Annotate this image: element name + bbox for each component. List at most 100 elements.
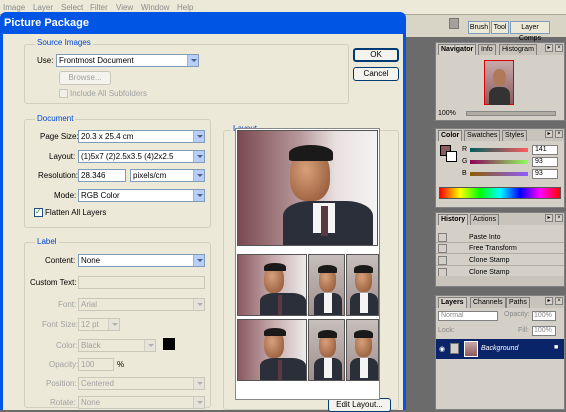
layout-dropdown[interactable]: (1)5x7 (2)2.5x3.5 (4)2x2.5 [78, 150, 205, 163]
history-item[interactable]: Free Transform [436, 243, 564, 254]
ok-button[interactable]: OK [353, 48, 399, 62]
use-label: Use: [37, 56, 54, 65]
resolution-field[interactable]: 28.346 [78, 169, 126, 182]
panel-menu-icon[interactable]: ▸ [545, 44, 553, 52]
position-dropdown[interactable]: Centered [78, 377, 205, 390]
chevron-down-icon [144, 340, 155, 351]
navigator-thumbnail[interactable] [484, 60, 514, 105]
menu-filter[interactable]: Filter [90, 3, 108, 12]
color-panel: Color Swatches Styles ▸ × R 141 G 93 B 9… [435, 128, 565, 208]
photo-2x2.5[interactable] [346, 319, 379, 381]
include-subfolders-checkbox[interactable] [59, 89, 68, 98]
chevron-down-icon [193, 151, 204, 162]
tab-channels[interactable]: Channels [470, 297, 506, 308]
photo-2x2.5[interactable] [346, 254, 379, 316]
thumb-suit [489, 87, 510, 105]
font-size-label: Font Size: [42, 320, 79, 329]
mode-label: Mode: [54, 191, 77, 200]
well-tab-layer-comps[interactable]: Layer Comps [510, 21, 550, 42]
tab-history[interactable]: History [438, 214, 469, 225]
font-size-dropdown[interactable]: 12 pt [78, 318, 120, 331]
tab-histogram[interactable]: Histogram [499, 44, 537, 55]
b-slider[interactable] [470, 172, 528, 176]
tab-actions[interactable]: Actions [470, 214, 499, 225]
tab-layers[interactable]: Layers [438, 297, 467, 308]
menu-window[interactable]: Window [141, 3, 169, 12]
tab-navigator[interactable]: Navigator [438, 44, 477, 55]
history-item[interactable]: Clone Stamp [436, 255, 564, 266]
content-dropdown[interactable]: None [78, 254, 205, 267]
use-dropdown[interactable]: Frontmost Document [56, 54, 199, 67]
flatten-layers-label: Flatten All Layers [45, 208, 107, 217]
source-images-label: Source Images [35, 38, 93, 47]
layer-name[interactable]: Background [481, 345, 518, 352]
history-item[interactable]: Paste Into [436, 232, 564, 243]
resolution-unit-dropdown[interactable]: pixels/cm [130, 169, 205, 182]
color-label: Color: [56, 341, 78, 350]
position-label: Position: [46, 379, 77, 388]
include-subfolders-label: Include All Subfolders [70, 89, 147, 98]
panel-close-icon[interactable]: × [555, 130, 563, 138]
photo-2.5x3.5[interactable] [237, 254, 307, 316]
tab-paths[interactable]: Paths [506, 297, 530, 308]
custom-text-field[interactable] [78, 276, 205, 289]
zoom-slider[interactable] [466, 111, 556, 116]
color-ramp[interactable] [439, 187, 561, 199]
r-slider[interactable] [470, 148, 528, 152]
mode-dropdown[interactable]: RGB Color [78, 189, 205, 202]
tab-styles[interactable]: Styles [502, 130, 528, 141]
menu-help[interactable]: Help [177, 3, 193, 12]
rotate-label: Rotate: [50, 398, 76, 407]
b-value[interactable]: 93 [532, 169, 558, 179]
panel-close-icon[interactable]: × [555, 44, 563, 52]
browse-button[interactable]: Browse... [59, 71, 111, 85]
menu-view[interactable]: View [116, 3, 133, 12]
r-value[interactable]: 141 [532, 145, 558, 155]
layer-opacity-field[interactable]: 100% [532, 311, 556, 321]
page-size-dropdown[interactable]: 20.3 x 25.4 cm [78, 130, 205, 143]
g-value[interactable]: 93 [532, 157, 558, 167]
panel-menu-icon[interactable]: ▸ [545, 214, 553, 222]
g-label: G [462, 158, 468, 165]
photo-5x7[interactable] [237, 130, 378, 246]
fill-label: Fill: [518, 327, 529, 334]
well-tab-brush[interactable]: Brush [468, 21, 490, 34]
panel-close-icon[interactable]: × [555, 214, 563, 222]
blend-mode-select[interactable]: Normal [438, 311, 498, 321]
tab-swatches[interactable]: Swatches [464, 130, 501, 141]
color-dropdown[interactable]: Black [78, 339, 156, 352]
tab-info[interactable]: Info [478, 44, 496, 55]
opacity-label: Opacity: [49, 360, 79, 369]
menu-select[interactable]: Select [61, 3, 83, 12]
label-color-swatch[interactable] [163, 338, 175, 350]
fill-field[interactable]: 100% [532, 326, 556, 336]
menu-image[interactable]: Image [3, 3, 25, 12]
layer-row-background[interactable]: ◉ Background ■ [436, 339, 564, 359]
rotate-dropdown[interactable]: None [78, 396, 205, 409]
b-label: B [462, 170, 467, 177]
layout-preview[interactable] [235, 128, 380, 400]
eye-icon[interactable]: ◉ [439, 345, 445, 353]
history-footer [436, 276, 564, 286]
layout-label: Layout: [49, 152, 76, 161]
panel-close-icon[interactable]: × [555, 297, 563, 305]
menu-layer[interactable]: Layer [33, 3, 53, 12]
background-color-swatch[interactable] [446, 151, 457, 162]
brush-link-icon[interactable] [450, 343, 459, 354]
tab-color[interactable]: Color [438, 130, 463, 141]
navigator-zoom[interactable]: 100% [438, 110, 456, 117]
well-tab-tool[interactable]: Tool [491, 21, 509, 34]
font-dropdown[interactable]: Arial [78, 298, 205, 311]
photo-2.5x3.5[interactable] [237, 319, 307, 381]
photo-2x2.5[interactable] [308, 319, 345, 381]
navigator-panel: Navigator Info Histogram ▸ × 100% [435, 42, 565, 121]
g-slider[interactable] [470, 160, 528, 164]
opacity-field[interactable]: 100 [78, 358, 114, 371]
panel-menu-icon[interactable]: ▸ [545, 297, 553, 305]
panel-menu-icon[interactable]: ▸ [545, 130, 553, 138]
file-browser-icon[interactable] [449, 18, 459, 29]
photo-2x2.5[interactable] [308, 254, 345, 316]
chevron-down-icon [187, 55, 198, 66]
flatten-layers-checkbox[interactable] [34, 207, 43, 217]
cancel-button[interactable]: Cancel [353, 67, 399, 81]
